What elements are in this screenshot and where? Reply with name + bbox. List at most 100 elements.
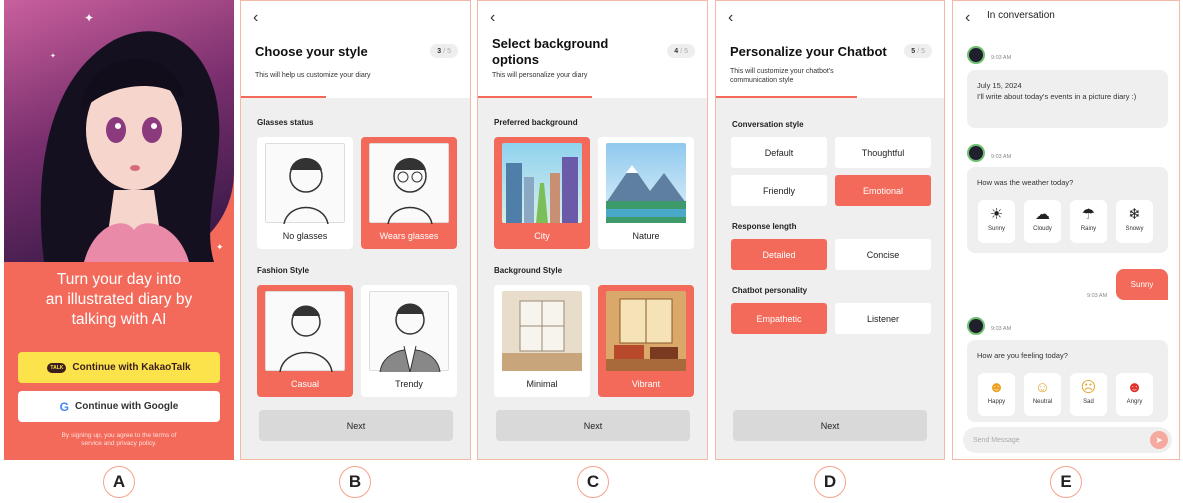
- back-chevron-icon[interactable]: ‹: [728, 9, 733, 27]
- chat-screen: ‹ In conversation 9:03 AM July 15, 2024 …: [952, 0, 1180, 460]
- step-current: 4: [674, 47, 679, 55]
- terms-text: By signing up, you agree to the terms of…: [61, 432, 177, 447]
- step-badge: 3/ 5: [430, 44, 458, 58]
- google-icon: G: [59, 399, 69, 414]
- next-button[interactable]: Next: [259, 410, 453, 441]
- next-button[interactable]: Next: [496, 410, 690, 441]
- step-badge: 5/ 5: [904, 44, 932, 58]
- style-screen: ‹ Choose your style 3/ 5 This will help …: [240, 0, 471, 460]
- page-title: Select background options: [492, 36, 609, 67]
- feeling-neutral[interactable]: ☺ Neutral: [1024, 373, 1061, 416]
- option-casual[interactable]: Casual: [257, 285, 353, 397]
- google-button-label: Continue with Google: [75, 401, 179, 412]
- send-arrow-icon[interactable]: ➤: [1150, 431, 1168, 449]
- next-button[interactable]: Next: [733, 410, 927, 441]
- weather-label: Rainy: [1080, 226, 1097, 232]
- timestamp: 9:03 AM: [991, 326, 1012, 332]
- options-body: Preferred background City Nature Backgro…: [478, 98, 707, 459]
- google-login-button[interactable]: G Continue with Google: [18, 391, 220, 422]
- feeling-label: Neutral: [1032, 399, 1053, 405]
- bot-message: How was the weather today?: [977, 178, 1074, 187]
- option-detailed[interactable]: Detailed: [731, 239, 827, 270]
- feeling-sad[interactable]: ☹ Sad: [1070, 373, 1107, 416]
- back-chevron-icon[interactable]: ‹: [490, 9, 495, 27]
- sun-icon: ☀: [989, 206, 1004, 223]
- option-nature[interactable]: Nature: [598, 137, 694, 249]
- option-emotional[interactable]: Emotional: [835, 175, 931, 206]
- option-label: No glasses: [282, 231, 328, 241]
- angry-face-icon: ☻: [1126, 379, 1143, 396]
- bot-avatar: [967, 144, 985, 162]
- back-chevron-icon[interactable]: ‹: [965, 9, 970, 27]
- weather-label: Snowy: [1125, 226, 1144, 232]
- cloud-icon: ☁: [1035, 206, 1050, 223]
- option-vibrant[interactable]: Vibrant: [598, 285, 694, 397]
- option-label: Trendy: [395, 379, 423, 389]
- login-screen: ✦ ✦ ✦ Turn your day into an illustrated …: [4, 0, 234, 460]
- panel-label-d: D: [814, 466, 846, 498]
- no-glasses-sketch: [265, 143, 345, 225]
- weather-snowy[interactable]: ❄ Snowy: [1116, 200, 1153, 243]
- anime-girl-illustration: ✦ ✦ ✦: [4, 0, 234, 263]
- option-thoughtful[interactable]: Thoughtful: [835, 137, 931, 168]
- option-city[interactable]: City: [494, 137, 590, 249]
- option-empathetic[interactable]: Empathetic: [731, 303, 827, 334]
- illustration-art: ✦ ✦ ✦: [40, 11, 224, 263]
- panel-label-c: C: [577, 466, 609, 498]
- bot-message: How are you feeling today?: [977, 351, 1068, 360]
- option-label: Wears glasses: [379, 231, 439, 241]
- weather-sunny[interactable]: ☀ Sunny: [978, 200, 1015, 243]
- option-listener[interactable]: Listener: [835, 303, 931, 334]
- section-length: Response length: [732, 222, 797, 231]
- timestamp: 9:03 AM: [991, 154, 1012, 160]
- timestamp: 9:03 AM: [991, 55, 1012, 61]
- section-bg-style: Background Style: [494, 266, 563, 275]
- page-title: Choose your style: [255, 44, 368, 59]
- svg-text:✦: ✦: [84, 11, 94, 25]
- option-default[interactable]: Default: [731, 137, 827, 168]
- step-current: 5: [911, 47, 916, 55]
- snow-icon: ❄: [1128, 206, 1141, 223]
- rain-icon: ☂: [1081, 206, 1096, 223]
- option-label: Vibrant: [631, 379, 661, 389]
- options-body: Conversation style Default Thoughtful Fr…: [716, 98, 944, 459]
- bot-avatar: [967, 317, 985, 335]
- casual-sketch: [265, 291, 345, 373]
- trendy-sketch: [369, 291, 449, 373]
- headline: Turn your day into an illustrated diary …: [45, 271, 193, 328]
- weather-label: Sunny: [987, 226, 1005, 232]
- feeling-happy[interactable]: ☻ Happy: [978, 373, 1015, 416]
- weather-rainy[interactable]: ☂ Rainy: [1070, 200, 1107, 243]
- section-fashion: Fashion Style: [257, 266, 310, 275]
- page-subtitle: This will help us customize your diary: [255, 72, 371, 79]
- option-wears-glasses[interactable]: Wears glasses: [361, 137, 457, 249]
- sad-face-icon: ☹: [1080, 379, 1097, 396]
- page-subtitle: This will customize your chatbot's commu…: [730, 68, 834, 84]
- step-total: / 5: [443, 47, 451, 55]
- option-trendy[interactable]: Trendy: [361, 285, 457, 397]
- panel-label-a: A: [103, 466, 135, 498]
- option-label: Casual: [290, 379, 319, 389]
- page-title: Personalize your Chatbot: [730, 44, 887, 59]
- city-image: [502, 143, 582, 223]
- option-label: City: [534, 231, 550, 241]
- section-preferred-bg: Preferred background: [494, 118, 578, 127]
- panel-label-b: B: [339, 466, 371, 498]
- weather-label: Cloudy: [1033, 226, 1052, 232]
- step-current: 3: [437, 47, 442, 55]
- back-chevron-icon[interactable]: ‹: [253, 9, 258, 27]
- feeling-angry[interactable]: ☻ Angry: [1116, 373, 1153, 416]
- kakao-login-button[interactable]: TALK Continue with KakaoTalk: [18, 352, 220, 383]
- chat-title: In conversation: [987, 10, 1055, 21]
- option-concise[interactable]: Concise: [835, 239, 931, 270]
- panel-label-e: E: [1050, 466, 1082, 498]
- feeling-label: Angry: [1126, 399, 1143, 405]
- weather-cloudy[interactable]: ☁ Cloudy: [1024, 200, 1061, 243]
- chatbot-screen: ‹ Personalize your Chatbot 5/ 5 This wil…: [715, 0, 945, 460]
- vibrant-image: [606, 291, 686, 371]
- message-composer[interactable]: Send Message ➤: [963, 427, 1172, 453]
- option-minimal[interactable]: Minimal: [494, 285, 590, 397]
- glasses-sketch: [369, 143, 449, 225]
- option-friendly[interactable]: Friendly: [731, 175, 827, 206]
- option-no-glasses[interactable]: No glasses: [257, 137, 353, 249]
